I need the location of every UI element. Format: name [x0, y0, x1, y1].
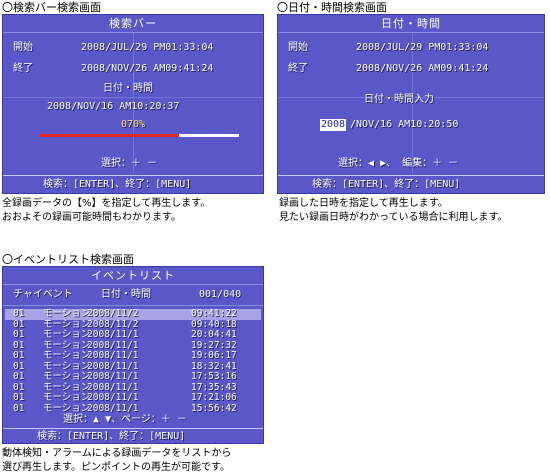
- footer-keys-hint: 検索：[ENTER]、終了：[MENU]: [43, 179, 192, 190]
- caption-line-1: 動体検知・アラームによる録画データをリストから: [2, 448, 232, 459]
- cell-ch: 01: [13, 402, 25, 414]
- datetime-value: 2008/NOV/16 AM10:20:37: [47, 101, 180, 112]
- datetime-input-label: 日付・時間入力: [364, 94, 434, 105]
- screen-title: イベントリスト: [91, 269, 175, 282]
- start-label: 開始: [288, 42, 308, 53]
- caption-line-2: おおよその録画可能時間もわかります。: [2, 212, 181, 223]
- footer-select-hint: 選択：＋ －: [101, 158, 158, 169]
- end-value: 2008/NOV/26 AM09:41:24: [81, 63, 214, 74]
- footer-keys-hint: 検索：[ENTER]、終了：[MENU]: [37, 431, 186, 442]
- caption-line-2: 見たい録画日時がわかっている場合に利用します。: [279, 212, 508, 223]
- caption-line-1: 録画した日時を指定して再生します。: [279, 198, 448, 209]
- screen-title: 検索バー: [109, 17, 157, 30]
- search-bar-screen: 検索バー 開始 2008/JUL/29 PM01:33:04 終了 2008/N…: [2, 14, 264, 194]
- year-input-field[interactable]: 2008: [320, 119, 347, 131]
- end-value: 2008/NOV/26 AM09:41:24: [356, 63, 489, 74]
- start-value: 2008/JUL/29 PM01:33:04: [81, 42, 214, 53]
- cell-time: 15:56:42: [191, 402, 237, 414]
- cell-date: 2008/11/1: [87, 402, 139, 414]
- event-list-screen: イベントリスト チャイベント 日付・時間 001/040 01 モーション 2008…: [2, 266, 264, 444]
- section-title-search-bar: 〇検索バー検索画面: [2, 1, 101, 14]
- footer-select-hint: 選択：▲ ▼、ページ：＋ －: [63, 414, 187, 425]
- footer-select-hint: 選択：◀ ▶、 編集：＋ －: [338, 158, 459, 169]
- section-title-event-list: 〇イベントリスト検索画面: [2, 253, 134, 266]
- start-label: 開始: [13, 42, 33, 53]
- column-header-datetime: 日付・時間: [101, 289, 151, 300]
- section-title-datetime: 〇日付・時間検索画面: [277, 1, 387, 14]
- footer-keys-hint: 検索：[ENTER]、終了：[MENU]: [312, 179, 461, 190]
- column-header-ch-event: チャイベント: [13, 289, 73, 300]
- progress-fill: [39, 134, 179, 137]
- caption-line-2: 選び再生します。ピンポイントの再生が可能です。: [2, 462, 230, 473]
- start-value: 2008/JUL/29 PM01:33:04: [356, 42, 489, 53]
- table-row[interactable]: 01 モーション 2008/11/1 15:56:42: [5, 402, 261, 415]
- percent-value: 070%: [121, 119, 146, 130]
- caption-line-1: 全録画データの【%】を指定して再生します。: [2, 198, 211, 209]
- page-counter: 001/040: [199, 289, 242, 300]
- datetime-search-screen: 日付・時間 開始 2008/JUL/29 PM01:33:04 終了 2008/…: [277, 14, 545, 194]
- datetime-input-rest[interactable]: /NOV/16 AM10:20:50: [350, 119, 458, 131]
- end-label: 終了: [288, 63, 308, 74]
- cell-event: モーション: [43, 402, 91, 414]
- screen-title: 日付・時間: [381, 17, 441, 30]
- datetime-label: 日付・時間: [103, 83, 153, 94]
- end-label: 終了: [13, 63, 33, 74]
